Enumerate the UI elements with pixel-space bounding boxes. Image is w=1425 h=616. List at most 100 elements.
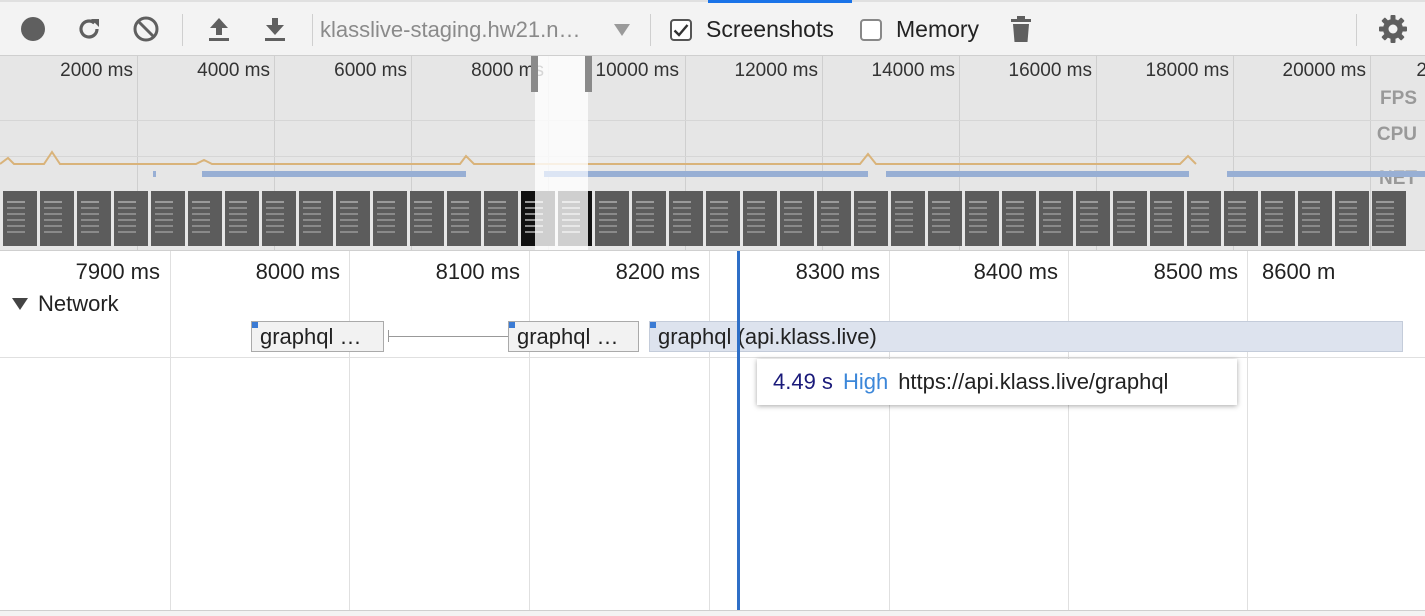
screenshots-checkbox[interactable]: Screenshots	[670, 16, 834, 43]
screenshot-thumbnail[interactable]	[891, 191, 925, 246]
screenshot-thumbnail[interactable]	[1372, 191, 1406, 246]
flamechart-tick: 7900 ms	[75, 259, 160, 284]
timeline-toolbar: klasslive-staging.hw21.n… Screenshots Me…	[0, 0, 1425, 56]
screenshot-thumbnail[interactable]	[77, 191, 111, 246]
load-profile-button[interactable]	[204, 14, 234, 44]
screenshot-thumbnail[interactable]	[1261, 191, 1295, 246]
flamechart-tick: 8000 ms	[255, 259, 340, 284]
network-request-label: graphql …	[517, 324, 619, 349]
screenshot-thumbnail[interactable]	[1076, 191, 1110, 246]
priority-marker	[252, 322, 258, 328]
tooltip-priority: High	[842, 369, 889, 394]
screenshot-thumbnail[interactable]	[1150, 191, 1184, 246]
screenshot-thumbnail[interactable]	[114, 191, 148, 246]
network-activity-bar	[202, 171, 466, 177]
screenshot-thumbnail[interactable]	[743, 191, 777, 246]
screenshot-thumbnail[interactable]	[1113, 191, 1147, 246]
toolbar-separator	[650, 14, 651, 46]
flamechart-tick: 8300 ms	[795, 259, 880, 284]
screenshot-thumbnail[interactable]	[151, 191, 185, 246]
screenshot-thumbnail[interactable]	[484, 191, 518, 246]
flamechart-tick: 8600 m	[1262, 259, 1336, 284]
screenshot-thumbnail[interactable]	[780, 191, 814, 246]
screenshot-thumbnail[interactable]	[1039, 191, 1073, 246]
flamechart-area[interactable]: 7900 ms 8000 ms 8100 ms 8200 ms 8300 ms …	[0, 250, 1425, 611]
resize-handle[interactable]	[0, 610, 1425, 616]
screenshot-thumbnail[interactable]	[336, 191, 370, 246]
selection-right-handle[interactable]	[585, 56, 592, 92]
screenshot-thumbnail[interactable]	[595, 191, 629, 246]
flamechart-gridline	[1247, 251, 1248, 611]
selection-left-handle[interactable]	[531, 56, 538, 92]
screenshot-thumbnail[interactable]	[188, 191, 222, 246]
collect-garbage-button[interactable]	[1006, 14, 1036, 44]
fps-label: FPS	[1380, 88, 1417, 109]
toolbar-separator	[182, 14, 183, 46]
time-cursor	[737, 251, 740, 611]
network-request-bar[interactable]: graphql …	[508, 321, 639, 352]
triangle-down-icon	[12, 298, 28, 310]
screenshot-thumbnail[interactable]	[1224, 191, 1258, 246]
record-button[interactable]	[18, 14, 48, 44]
screenshots-label: Screenshots	[706, 16, 834, 42]
network-request-label: graphql …	[260, 324, 362, 349]
flamechart-gridline	[1068, 251, 1069, 611]
flamechart-tick: 8500 ms	[1153, 259, 1238, 284]
upload-icon	[209, 18, 229, 41]
screenshot-thumbnail[interactable]	[817, 191, 851, 246]
overview-tick: 2000 ms	[60, 60, 133, 81]
reload-button[interactable]	[74, 14, 104, 44]
active-tab-indicator	[708, 0, 852, 3]
save-profile-button[interactable]	[260, 14, 290, 44]
memory-checkbox[interactable]: Memory	[860, 16, 979, 43]
screenshot-thumbnail[interactable]	[632, 191, 666, 246]
screenshot-thumbnail[interactable]	[410, 191, 444, 246]
screenshot-thumbnail[interactable]	[3, 191, 37, 246]
network-activity-bar	[544, 171, 868, 177]
overview-tick: 20000 ms	[1282, 60, 1366, 81]
clear-button[interactable]	[131, 14, 161, 44]
screenshot-thumbnail[interactable]	[40, 191, 74, 246]
request-tooltip: 4.49 s High https://api.klass.live/graph…	[757, 359, 1237, 405]
screenshot-filmstrip[interactable]	[0, 191, 1425, 246]
memory-checkbox-box[interactable]	[860, 18, 882, 41]
network-section-header[interactable]: Network	[12, 291, 119, 317]
screenshot-thumbnail[interactable]	[1298, 191, 1332, 246]
screenshot-thumbnail[interactable]	[854, 191, 888, 246]
screenshot-thumbnail[interactable]	[225, 191, 259, 246]
screenshot-thumbnail[interactable]	[447, 191, 481, 246]
overview-tick: 2	[1416, 60, 1425, 81]
profile-select-value: klasslive-staging.hw21.n…	[320, 17, 581, 42]
overview-tick: 6000 ms	[334, 60, 407, 81]
overview-tick: 12000 ms	[734, 60, 818, 81]
network-request-bar[interactable]: graphql …	[251, 321, 384, 352]
screenshot-thumbnail[interactable]	[669, 191, 703, 246]
screenshot-thumbnail[interactable]	[965, 191, 999, 246]
network-request-label: graphql (api.klass.live)	[658, 324, 877, 349]
flamechart-gridline	[709, 251, 710, 611]
screenshot-thumbnail[interactable]	[373, 191, 407, 246]
screenshot-thumbnail[interactable]	[706, 191, 740, 246]
flamechart-tick: 8400 ms	[973, 259, 1058, 284]
flamechart-tick: 8200 ms	[615, 259, 700, 284]
screenshot-thumbnail[interactable]	[1187, 191, 1221, 246]
overview-selection-window[interactable]	[535, 56, 588, 250]
network-section-title: Network	[38, 291, 119, 316]
profile-select[interactable]: klasslive-staging.hw21.n…	[312, 14, 642, 46]
network-request-bar[interactable]: graphql (api.klass.live)	[649, 321, 1403, 352]
screenshot-thumbnail[interactable]	[1002, 191, 1036, 246]
screenshot-thumbnail[interactable]	[262, 191, 296, 246]
timeline-overview[interactable]: 2000 ms 4000 ms 6000 ms 8000 ms 10000 ms…	[0, 56, 1425, 250]
screenshots-check-icon[interactable]	[670, 18, 692, 41]
screenshot-thumbnail[interactable]	[1335, 191, 1369, 246]
flamechart-gridline	[889, 251, 890, 611]
overview-tick: 18000 ms	[1145, 60, 1229, 81]
network-activity-bar	[886, 171, 1189, 177]
download-icon	[265, 18, 285, 41]
screenshot-thumbnail[interactable]	[299, 191, 333, 246]
overview-tick: 4000 ms	[197, 60, 270, 81]
section-divider	[0, 357, 1425, 358]
screenshot-thumbnail[interactable]	[928, 191, 962, 246]
network-activity-bar	[153, 171, 156, 177]
settings-button[interactable]	[1378, 14, 1408, 44]
